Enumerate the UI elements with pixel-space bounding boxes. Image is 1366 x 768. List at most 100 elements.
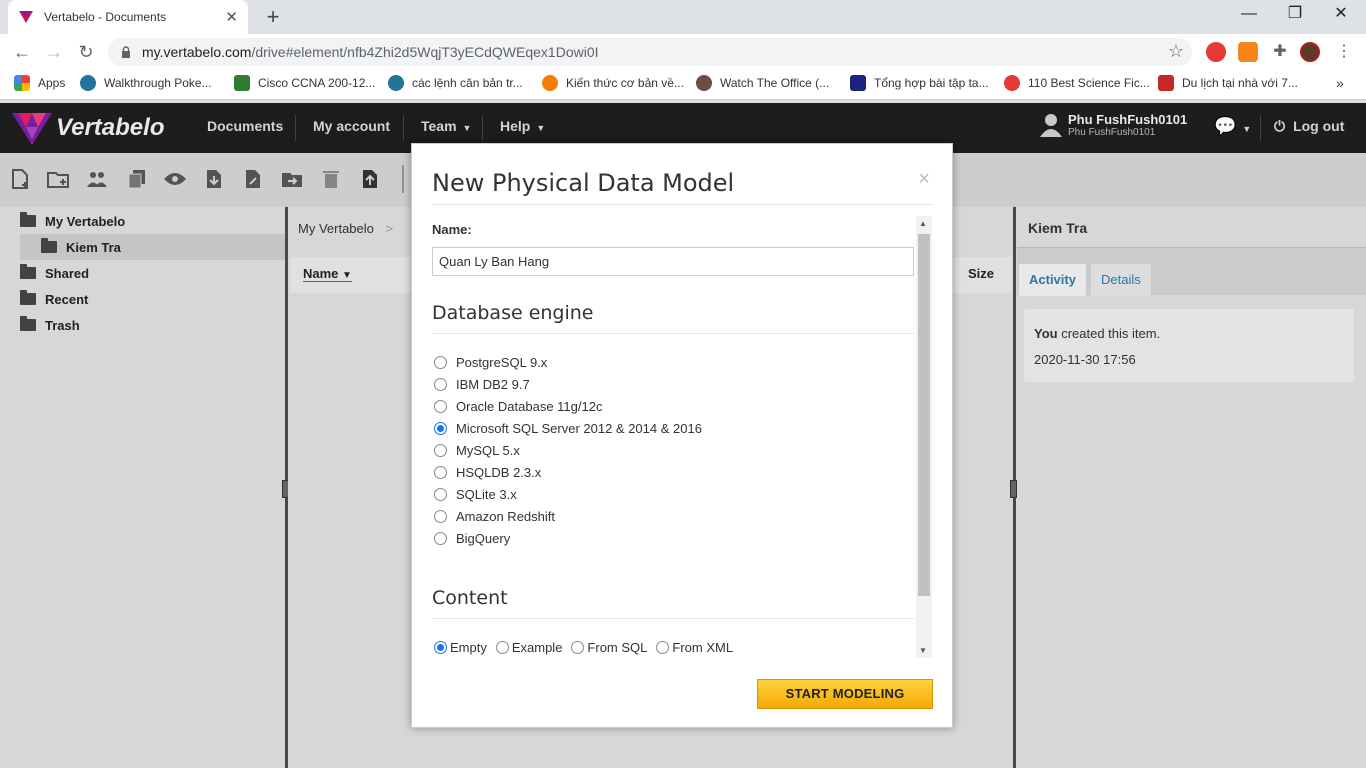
scroll-up-icon[interactable]: ▲ — [919, 219, 927, 228]
radio-button[interactable] — [434, 355, 447, 369]
engine-option-bigquery[interactable]: BigQuery — [434, 529, 510, 547]
radio-button[interactable] — [434, 443, 447, 457]
url-path: /drive#element/nfb4Zhi2d5WqjT3yECdQWEqex… — [251, 44, 599, 60]
person-favicon-icon — [696, 75, 712, 91]
vertabelo-favicon-icon — [19, 11, 33, 23]
radio-button[interactable] — [434, 465, 447, 479]
bookmark-label: Cisco CCNA 200-12... — [258, 76, 376, 90]
engine-label: Amazon Redshift — [456, 508, 555, 524]
bookmark-label: các lệnh căn bản tr... — [412, 76, 523, 90]
radio-button-selected[interactable] — [434, 641, 447, 654]
site-favicon-icon — [1158, 75, 1174, 91]
engine-option-hsqldb[interactable]: HSQLDB 2.3.x — [434, 463, 541, 481]
chrome-menu-icon[interactable]: ⋮ — [1334, 42, 1354, 62]
tomato-icon — [1004, 75, 1020, 91]
bookmark-item[interactable]: Cisco CCNA 200-12... — [234, 75, 375, 91]
close-window-button[interactable]: ✕ — [1318, 0, 1364, 30]
extensions-puzzle-icon[interactable]: ✚ — [1270, 42, 1290, 62]
bookmark-label: 110 Best Science Fic... — [1028, 76, 1150, 90]
tab-title: Vertabelo - Documents — [44, 10, 167, 24]
content-option-example[interactable]: Example — [495, 640, 562, 655]
new-tab-button[interactable]: + — [260, 4, 286, 30]
address-bar[interactable]: my.vertabelo.com/drive#element/nfb4Zhi2d… — [108, 38, 1192, 66]
engine-option-ibm-db2[interactable]: IBM DB2 9.7 — [434, 375, 530, 393]
engine-option-sqlite[interactable]: SQLite 3.x — [434, 485, 517, 503]
scrollbar-thumb[interactable] — [918, 234, 930, 596]
engine-option-oracle[interactable]: Oracle Database 11g/12c — [434, 397, 602, 415]
engine-label: SQLite 3.x — [456, 486, 517, 502]
engine-label: PostgreSQL 9.x — [456, 354, 548, 370]
dialog-scroll-area: Name: Database engine PostgreSQL 9.x IBM… — [432, 216, 932, 658]
engine-label: MySQL 5.x — [456, 442, 520, 458]
browser-toolbar: ← → ↻ my.vertabelo.com/drive#element/nfb… — [0, 34, 1366, 70]
bookmark-item[interactable]: các lệnh căn bản tr... — [388, 75, 523, 91]
browser-tab[interactable]: Vertabelo - Documents ✕ — [8, 0, 248, 34]
scroll-down-icon[interactable]: ▼ — [919, 646, 927, 655]
engine-option-sql-server[interactable]: Microsoft SQL Server 2012 & 2014 & 2016 — [434, 419, 702, 437]
section-divider — [432, 333, 914, 334]
tab-close-icon[interactable]: ✕ — [225, 8, 238, 26]
content-option-from-xml[interactable]: From XML — [656, 640, 733, 655]
new-physical-data-model-dialog: New Physical Data Model × Name: Database… — [411, 143, 953, 728]
bookmark-item[interactable]: Tổng hợp bài tập ta... — [850, 75, 989, 91]
radio-button[interactable] — [434, 509, 447, 523]
radio-button[interactable] — [434, 531, 447, 545]
profile-avatar[interactable] — [1300, 42, 1320, 62]
browser-tab-strip: Vertabelo - Documents ✕ + — ❐ ✕ — [0, 0, 1366, 34]
url-host: my.vertabelo.com — [142, 44, 252, 60]
close-icon[interactable]: × — [918, 168, 930, 191]
content-heading: Content — [432, 587, 508, 609]
bookmark-item[interactable]: Walkthrough Poke... — [80, 75, 212, 91]
bookmark-apps[interactable]: Apps — [14, 75, 65, 91]
bookmark-item[interactable]: Kiến thức cơ bản về... — [542, 75, 684, 91]
forward-icon[interactable]: → — [42, 40, 66, 64]
start-modeling-button[interactable]: START MODELING — [757, 679, 933, 709]
wordpress-icon — [388, 75, 404, 91]
content-label: From XML — [672, 640, 734, 655]
engine-label: HSQLDB 2.3.x — [456, 464, 542, 480]
engine-option-postgresql[interactable]: PostgreSQL 9.x — [434, 353, 547, 371]
radio-button[interactable] — [571, 641, 585, 654]
engine-option-mysql[interactable]: MySQL 5.x — [434, 441, 520, 459]
radio-button[interactable] — [434, 487, 447, 501]
metamask-extension-icon[interactable] — [1238, 42, 1258, 62]
bookmark-label: Du lịch tại nhà với 7... — [1182, 76, 1298, 90]
opera-extension-icon[interactable] — [1206, 42, 1226, 62]
engine-label: BigQuery — [456, 530, 511, 546]
dialog-scrollbar[interactable]: ▲ ▼ — [916, 216, 932, 658]
content-label: Empty — [450, 640, 487, 655]
reload-icon[interactable]: ↻ — [74, 40, 98, 64]
minimize-button[interactable]: — — [1226, 0, 1272, 30]
engine-option-redshift[interactable]: Amazon Redshift — [434, 507, 555, 525]
radio-button[interactable] — [656, 641, 670, 654]
bookmark-item[interactable]: Du lịch tại nhà với 7... — [1158, 75, 1298, 91]
url-text: my.vertabelo.com/drive#element/nfb4Zhi2d… — [142, 44, 599, 60]
engine-label: Microsoft SQL Server 2012 & 2014 & 2016 — [456, 420, 702, 436]
model-name-input[interactable] — [432, 247, 914, 276]
site-favicon-icon — [542, 75, 558, 91]
radio-button[interactable] — [434, 377, 447, 391]
engine-label: IBM DB2 9.7 — [456, 376, 530, 392]
radio-button-selected[interactable] — [434, 421, 447, 435]
radio-button[interactable] — [434, 399, 447, 413]
engine-label: Oracle Database 11g/12c — [456, 398, 603, 414]
content-options: Empty Example From SQL From XML — [434, 640, 742, 655]
back-icon[interactable]: ← — [10, 40, 34, 64]
bookmark-star-icon[interactable]: ☆ — [1168, 41, 1184, 62]
wordpress-icon — [80, 75, 96, 91]
name-label: Name: — [432, 222, 472, 237]
content-option-from-sql[interactable]: From SQL — [571, 640, 647, 655]
apps-grid-icon — [14, 75, 30, 91]
restore-button[interactable]: ❐ — [1272, 0, 1318, 30]
content-label: From SQL — [587, 640, 648, 655]
database-engine-heading: Database engine — [432, 302, 594, 324]
content-option-empty[interactable]: Empty — [434, 640, 487, 655]
bookmark-label: Apps — [38, 76, 66, 90]
bookmark-label: Tổng hợp bài tập ta... — [874, 76, 989, 90]
bookmark-item[interactable]: 110 Best Science Fic... — [1004, 75, 1150, 91]
section-divider — [432, 618, 914, 619]
radio-button[interactable] — [495, 641, 509, 654]
bookmarks-overflow-icon[interactable]: » — [1336, 75, 1344, 91]
title-divider — [432, 204, 932, 205]
bookmark-item[interactable]: Watch The Office (... — [696, 75, 829, 91]
